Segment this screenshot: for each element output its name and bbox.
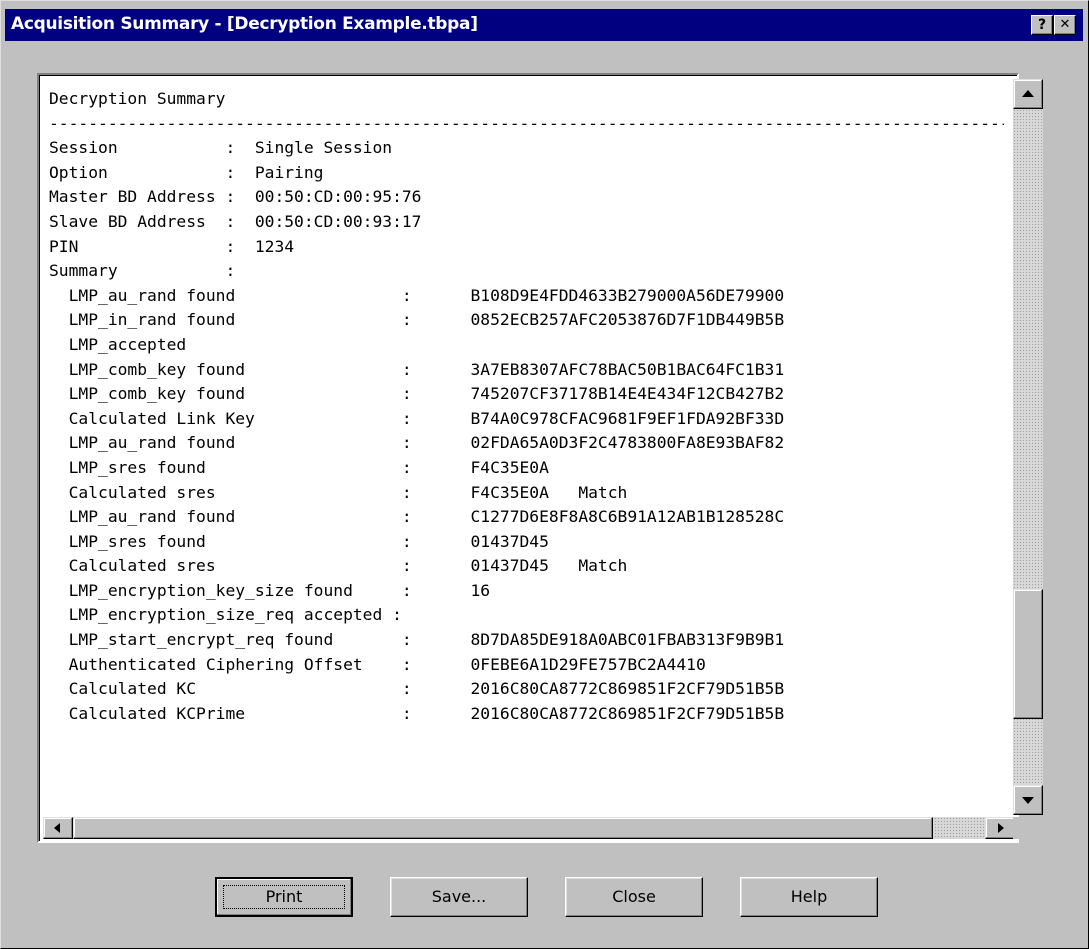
summary-line: LMP_au_rand found : C1277D6E8F8A8C6B91A1… <box>49 507 785 527</box>
summary-line: ----------------------------------------… <box>49 113 1004 133</box>
help-button[interactable]: Help <box>740 877 878 917</box>
print-button[interactable]: Print <box>215 877 353 917</box>
horizontal-scroll-thumb[interactable] <box>73 817 933 839</box>
summary-line: Summary : <box>49 261 236 281</box>
summary-line: LMP_encryption_key_size found : 16 <box>49 580 491 600</box>
summary-line: LMP_in_rand found : 0852ECB257AFC2053876… <box>49 310 785 330</box>
close-button[interactable]: Close <box>565 877 703 917</box>
summary-line: LMP_comb_key found : 745207CF37178B14E4E… <box>49 384 785 404</box>
summary-line: LMP_au_rand found : B108D9E4FDD4633B2790… <box>49 285 785 305</box>
acquisition-summary-dialog: Acquisition Summary - [Decryption Exampl… <box>0 0 1089 949</box>
save-button-label: Save... <box>431 887 487 906</box>
close-title-button[interactable]: ✕ <box>1054 15 1076 35</box>
summary-line: Slave BD Address : 00:50:CD:00:93:17 <box>49 211 422 231</box>
summary-text-content: Decryption Summary ----------------------… <box>49 87 1004 797</box>
summary-line: LMP_start_encrypt_req found : 8D7DA85DE9… <box>49 630 785 650</box>
window-title: Acquisition Summary - [Decryption Exampl… <box>11 14 478 34</box>
close-button-label: Close <box>612 887 656 906</box>
summary-line: Option : Pairing <box>49 162 324 182</box>
summary-line: LMP_comb_key found : 3A7EB8307AFC78BAC50… <box>49 359 785 379</box>
summary-line: LMP_sres found : F4C35E0A <box>49 457 549 477</box>
scrollbar-corner <box>1013 817 1043 839</box>
help-button-label: Help <box>790 887 828 906</box>
summary-text-box[interactable]: Decryption Summary ----------------------… <box>37 73 1043 843</box>
help-title-button[interactable]: ? <box>1031 15 1053 35</box>
scroll-right-button[interactable] <box>985 817 1015 839</box>
horizontal-scrollbar[interactable] <box>43 817 1015 839</box>
summary-line: LMP_accepted <box>49 334 187 354</box>
summary-line: LMP_sres found : 01437D45 <box>49 531 549 551</box>
save-button[interactable]: Save... <box>390 877 528 917</box>
summary-line: Session : Single Session <box>49 138 393 158</box>
arrow-down-icon <box>1022 797 1034 804</box>
vertical-scroll-thumb[interactable] <box>1013 589 1043 720</box>
summary-line: Calculated Link Key : B74A0C978CFAC9681F… <box>49 408 785 428</box>
summary-line: Authenticated Ciphering Offset : 0FEBE6A… <box>49 654 706 674</box>
summary-line: LMP_au_rand found : 02FDA65A0D3F2C478380… <box>49 433 785 453</box>
summary-line: Calculated KCPrime : 2016C80CA8772C86985… <box>49 703 785 723</box>
summary-line: Master BD Address : 00:50:CD:00:95:76 <box>49 187 422 207</box>
summary-line: Decryption Summary <box>49 89 226 108</box>
scroll-down-button[interactable] <box>1013 785 1043 815</box>
scroll-left-button[interactable] <box>43 817 73 839</box>
vertical-scrollbar[interactable] <box>1013 79 1043 815</box>
arrow-left-icon <box>54 823 60 833</box>
title-bar[interactable]: Acquisition Summary - [Decryption Exampl… <box>5 9 1083 41</box>
summary-line: Calculated sres : F4C35E0A Match <box>49 482 628 502</box>
summary-line: LMP_encryption_size_req accepted : <box>49 605 402 625</box>
arrow-right-icon <box>998 823 1004 833</box>
summary-line: PIN : 1234 <box>49 236 295 256</box>
focus-rectangle <box>223 885 345 909</box>
arrow-up-icon <box>1022 90 1034 97</box>
summary-line: Calculated sres : 01437D45 Match <box>49 556 628 576</box>
scroll-up-button[interactable] <box>1013 79 1043 109</box>
summary-line: Calculated KC : 2016C80CA8772C869851F2CF… <box>49 679 785 699</box>
